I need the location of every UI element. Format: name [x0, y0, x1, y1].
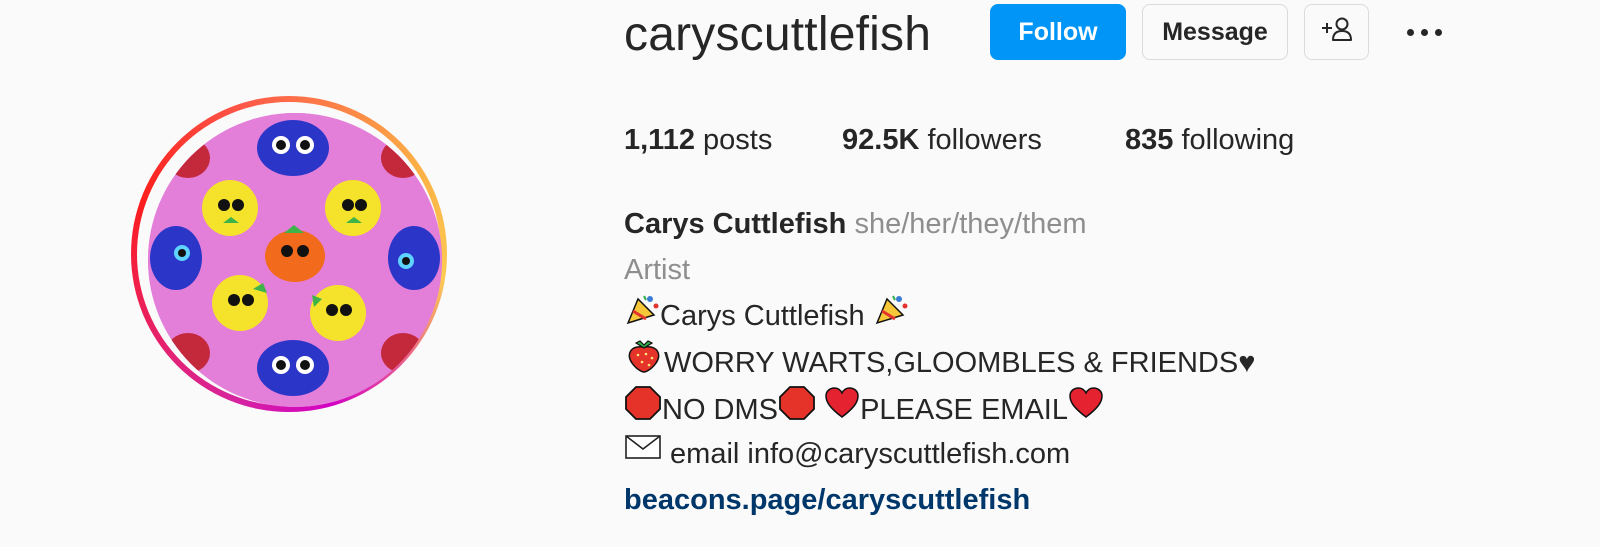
bio-line-3: NO DMS PLEASE EMAIL — [624, 385, 1104, 435]
posts-label: posts — [694, 124, 773, 156]
add-person-icon — [1320, 15, 1354, 50]
posts-stat: 1,112 posts — [624, 120, 772, 160]
profile-category: Artist — [624, 254, 691, 286]
bio-line-2: WORRY WARTS,GLOOMBLES & FRIENDS♥ — [624, 339, 1256, 387]
bio-line-2-text: WORRY WARTS,GLOOMBLES & FRIENDS — [664, 347, 1239, 380]
stop-sign-icon — [778, 385, 816, 432]
bio-line-3-text-b: PLEASE EMAIL — [860, 394, 1068, 427]
pronouns: she/her/they/them — [854, 208, 1087, 240]
avatar-image — [148, 113, 442, 407]
followers-stat[interactable]: 92.5K followers — [842, 120, 1042, 160]
followers-label: followers — [919, 124, 1042, 156]
avatar[interactable] — [148, 113, 442, 407]
posts-count: 1,112 — [624, 124, 695, 156]
full-name: Carys Cuttlefish — [624, 208, 847, 240]
more-options-button[interactable] — [1396, 18, 1452, 46]
following-label: following — [1173, 124, 1295, 156]
more-options-icon — [1406, 28, 1414, 36]
profile-header: caryscuttlefish Follow Message 1,112 pos… — [0, 0, 1600, 547]
following-count: 835 — [1125, 124, 1174, 156]
story-ring[interactable] — [131, 96, 447, 412]
bio-external-link[interactable]: beacons.page/caryscuttlefish — [624, 480, 1030, 520]
stop-sign-icon — [624, 385, 662, 432]
profile-username: caryscuttlefish — [624, 8, 932, 61]
bio-name-row: Carys Cuttlefish she/her/they/them — [624, 204, 1087, 244]
party-popper-icon — [873, 293, 909, 336]
bio-line-3-text-a: NO DMS — [662, 394, 778, 427]
black-heart-icon: ♥ — [1238, 347, 1256, 380]
message-button[interactable]: Message — [1142, 4, 1288, 60]
bio-line-1-text: Carys Cuttlefish — [660, 300, 873, 333]
follow-button[interactable]: Follow — [990, 4, 1126, 60]
following-stat[interactable]: 835 following — [1125, 120, 1294, 160]
bio-line-1: Carys Cuttlefish — [624, 293, 909, 339]
party-popper-icon — [624, 293, 660, 336]
envelope-icon — [624, 432, 662, 472]
bio-email-text: email info@caryscuttlefish.com — [662, 438, 1071, 470]
suggested-accounts-button[interactable] — [1304, 4, 1369, 60]
strawberry-icon — [624, 339, 664, 384]
followers-count: 92.5K — [842, 124, 920, 156]
bio-line-4: email info@caryscuttlefish.com — [624, 434, 1070, 475]
red-heart-icon — [824, 387, 860, 430]
red-heart-icon — [1068, 387, 1104, 430]
